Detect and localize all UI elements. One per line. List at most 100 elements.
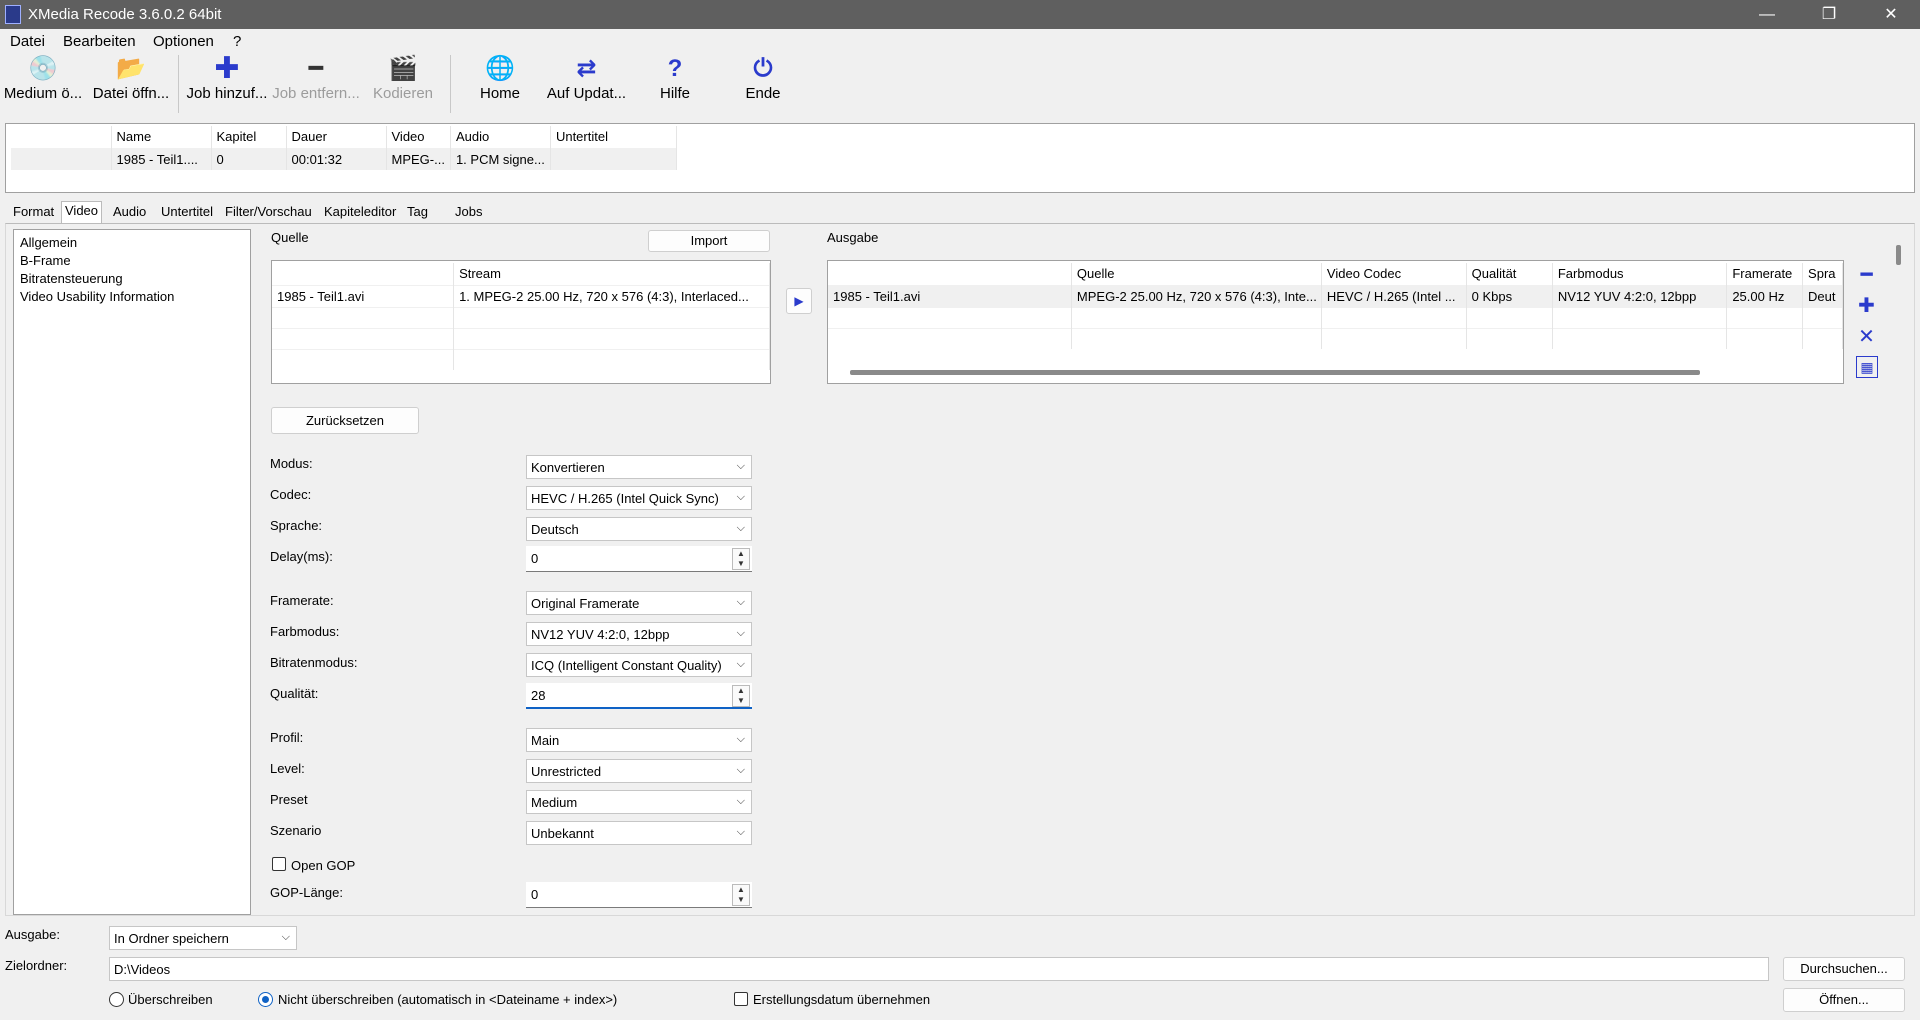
column-header-farbmodus[interactable]: Farbmodus — [1552, 263, 1728, 285]
tab-audio[interactable]: Audio — [111, 204, 148, 223]
tree-item-bitratensteuerung[interactable]: Bitratensteuerung — [20, 270, 174, 288]
creation-date-checkbox[interactable] — [734, 992, 748, 1006]
column-header-kapitel[interactable]: Kapitel — [211, 126, 287, 148]
tab-format[interactable]: Format — [11, 204, 56, 223]
column-header-sprache[interactable]: Spra — [1802, 263, 1843, 285]
tab-tag[interactable]: Tag — [405, 204, 430, 223]
column-header-name[interactable]: Name — [111, 126, 212, 148]
plus-icon: ✚ — [214, 52, 240, 85]
column-header-quelle[interactable]: Quelle — [1071, 263, 1322, 285]
spinner-arrows-icon[interactable]: ▲ ▼ — [732, 685, 750, 707]
delay-spinner[interactable]: 0 ▲ ▼ — [526, 546, 752, 572]
table-row[interactable]: 1985 - Teil1.avi MPEG-2 25.00 Hz, 720 x … — [828, 284, 1843, 307]
table-row — [272, 306, 770, 328]
sprache-value: Deutsch — [531, 522, 579, 537]
horizontal-scrollbar[interactable] — [850, 370, 1700, 375]
codec-select[interactable]: HEVC / H.265 (Intel Quick Sync) ⌵ — [526, 486, 752, 510]
profil-select[interactable]: Main ⌵ — [526, 728, 752, 752]
add-stream-arrow-button[interactable]: ▶ — [786, 288, 812, 314]
spinner-arrows-icon[interactable]: ▲ ▼ — [732, 548, 750, 570]
reset-button[interactable]: Zurücksetzen — [271, 407, 419, 434]
tree-item-video-usability-information[interactable]: Video Usability Information — [20, 288, 174, 306]
framerate-select[interactable]: Original Framerate ⌵ — [526, 591, 752, 615]
grid-edit-button[interactable]: ▦ — [1856, 356, 1878, 378]
column-header-qualitaet[interactable]: Qualität — [1466, 263, 1553, 285]
remove-output-button[interactable]: ━ — [1854, 263, 1879, 288]
play-arrow-icon: ▶ — [794, 294, 804, 308]
chevron-down-icon: ⌵ — [736, 596, 745, 608]
spinner-arrows-icon[interactable]: ▲ ▼ — [732, 884, 750, 906]
browse-button[interactable]: Durchsuchen... — [1783, 957, 1905, 981]
check-update-button[interactable]: ⇄ Auf Updat... — [544, 53, 629, 115]
column-header-untertitel[interactable]: Untertitel — [550, 126, 677, 148]
column-header-video-codec[interactable]: Video Codec — [1321, 263, 1467, 285]
bitratenmodus-select[interactable]: ICQ (Intelligent Constant Quality) ⌵ — [526, 653, 752, 677]
encode-button[interactable]: 🎬 Kodieren — [365, 53, 441, 115]
open-gop-label: Open GOP — [291, 858, 356, 873]
level-select[interactable]: Unrestricted ⌵ — [526, 759, 752, 783]
output-streams-table[interactable]: Quelle Video Codec Qualität Farbmodus Fr… — [827, 260, 1844, 384]
file-list[interactable]: Name Kapitel Dauer Video Audio Untertite… — [5, 123, 1915, 193]
remove-job-label: Job entfern... — [272, 85, 360, 102]
column-header-framerate[interactable]: Framerate — [1726, 263, 1804, 285]
home-button[interactable]: 🌐 Home — [465, 53, 535, 115]
remove-job-button[interactable]: ━ Job entfern... — [272, 53, 360, 115]
menu-datei[interactable]: Datei — [10, 33, 45, 50]
settings-tree[interactable]: Allgemein B-Frame Bitratensteuerung Vide… — [13, 229, 251, 915]
tab-video[interactable]: Video — [61, 201, 103, 223]
sprache-select[interactable]: Deutsch ⌵ — [526, 517, 752, 541]
question-icon: ? — [667, 55, 683, 82]
chevron-down-icon: ⌵ — [281, 931, 290, 943]
table-row[interactable]: 1985 - Teil1.avi 1. MPEG-2 25.00 Hz, 720… — [272, 284, 770, 307]
qualitaet-spinner[interactable]: 28 ▲ ▼ — [526, 683, 752, 709]
menu-bearbeiten[interactable]: Bearbeiten — [63, 33, 136, 50]
column-header-audio[interactable]: Audio — [450, 126, 551, 148]
menu-optionen[interactable]: Optionen — [153, 33, 214, 50]
menu-help[interactable]: ? — [233, 33, 241, 50]
table-cell — [550, 147, 677, 170]
overwrite-radio[interactable] — [109, 992, 124, 1007]
open-gop-checkbox[interactable] — [272, 857, 286, 871]
open-medium-button[interactable]: 💿 Medium ö... — [3, 53, 83, 115]
column-header-blank[interactable] — [272, 263, 455, 285]
no-overwrite-radio[interactable] — [258, 992, 273, 1007]
delete-output-button[interactable]: ✕ — [1854, 325, 1879, 350]
column-header-blank[interactable] — [828, 263, 1072, 285]
ausgabe-select[interactable]: In Ordner speichern ⌵ — [109, 926, 297, 950]
tree-item-allgemein[interactable]: Allgemein — [20, 234, 174, 252]
column-header-dauer[interactable]: Dauer — [286, 126, 387, 148]
import-button[interactable]: Import — [648, 230, 770, 252]
help-button[interactable]: ? Hilfe — [640, 53, 710, 115]
szenario-select[interactable]: Unbekannt ⌵ — [526, 821, 752, 845]
chevron-down-icon: ⌵ — [736, 658, 745, 670]
table-cell: 1985 - Teil1.avi — [272, 284, 455, 307]
tree-item-b-frame[interactable]: B-Frame — [20, 252, 174, 270]
column-header-stream[interactable]: Stream — [453, 263, 770, 285]
tab-jobs[interactable]: Jobs — [453, 204, 484, 223]
gop-laenge-spinner[interactable]: 0 ▲ ▼ — [526, 882, 752, 908]
column-header-video[interactable]: Video — [386, 126, 451, 148]
tab-untertitel[interactable]: Untertitel — [159, 204, 215, 223]
table-row[interactable]: 1985 - Teil1.... 0 00:01:32 MPEG-... 1. … — [11, 147, 677, 170]
modus-select[interactable]: Konvertieren ⌵ — [526, 455, 752, 479]
vertical-scrollbar[interactable] — [1896, 245, 1901, 265]
open-folder-button[interactable]: Öffnen... — [1783, 988, 1905, 1012]
tab-filter-vorschau[interactable]: Filter/Vorschau — [223, 204, 314, 223]
table-cell: 00:01:32 — [286, 147, 387, 170]
open-file-button[interactable]: 📂 Datei öffn... — [90, 53, 172, 115]
tab-kapiteleditor[interactable]: Kapiteleditor — [322, 204, 398, 223]
minimize-button[interactable]: — — [1738, 0, 1796, 29]
source-streams-table[interactable]: Stream 1985 - Teil1.avi 1. MPEG-2 25.00 … — [271, 260, 771, 384]
zielordner-input[interactable]: D:\Videos — [109, 957, 1769, 981]
table-cell: 0 — [211, 147, 287, 170]
check-update-label: Auf Updat... — [546, 85, 627, 102]
close-window-button[interactable]: ✕ — [1862, 0, 1920, 29]
exit-button[interactable]: ⏻ Ende — [728, 53, 798, 115]
restore-button[interactable]: ❐ — [1800, 0, 1858, 29]
column-header-blank[interactable] — [11, 126, 112, 148]
add-job-button[interactable]: ✚ Job hinzuf... — [186, 53, 268, 115]
add-output-button[interactable]: ✚ — [1854, 294, 1879, 319]
zielordner-value: D:\Videos — [114, 962, 171, 977]
farbmodus-select[interactable]: NV12 YUV 4:2:0, 12bpp ⌵ — [526, 622, 752, 646]
preset-select[interactable]: Medium ⌵ — [526, 790, 752, 814]
